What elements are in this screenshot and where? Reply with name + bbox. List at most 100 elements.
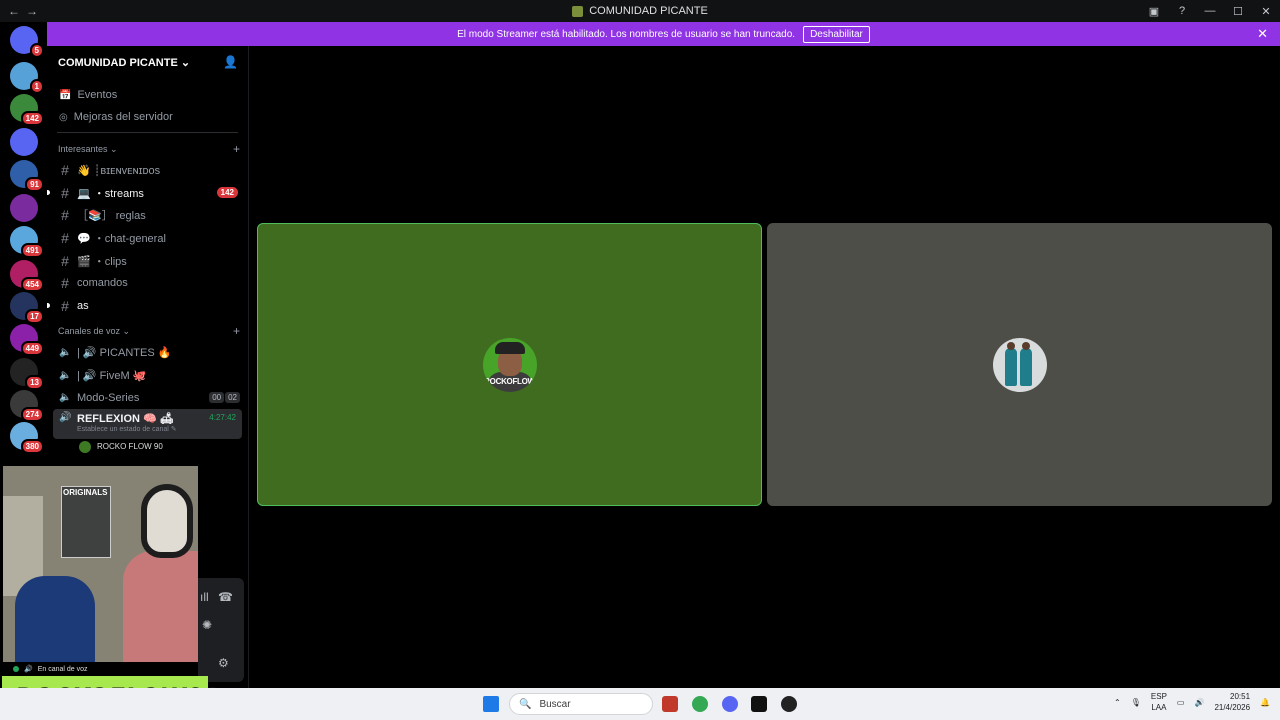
participant-tile-rockoflow[interactable]: ROCKOFLOW: [257, 223, 762, 506]
voice-channel-picantes[interactable]: 🔈 | 🔊 PICANTES 🔥: [47, 341, 248, 364]
avatar: [79, 440, 91, 453]
server-icon[interactable]: 454: [10, 260, 44, 292]
text-channel[interactable]: # as: [47, 295, 248, 318]
text-channel-label: ［📚］ reglas: [77, 210, 146, 223]
events-item[interactable]: 📅 Eventos: [47, 84, 248, 106]
text-channel[interactable]: # ［📚］ reglas: [47, 204, 248, 227]
voice-channel-label: Modo-Series: [77, 391, 140, 404]
text-channel[interactable]: # 💻 ・streams 142: [47, 182, 248, 205]
text-channel[interactable]: # 👋 ┊ʙɪᴇɴᴠᴇɴɪᴅᴏs: [47, 159, 248, 182]
notification-badge: 91: [25, 177, 44, 192]
text-channel-label: as: [77, 299, 89, 312]
windows-start-icon[interactable]: [483, 696, 499, 712]
back-arrow-icon[interactable]: ←: [8, 4, 20, 18]
server-icon[interactable]: 13: [10, 358, 44, 390]
display-icon[interactable]: ▭: [1177, 698, 1185, 707]
news-app-icon[interactable]: [662, 696, 678, 712]
server-icon[interactable]: 380: [10, 422, 44, 454]
category-label: Interesantes: [58, 143, 108, 154]
window-title: COMUNIDAD PICANTE: [0, 5, 1280, 17]
window-title-text: COMUNIDAD PICANTE: [589, 5, 708, 17]
close-button[interactable]: ✕: [1252, 5, 1280, 18]
voice-stage: ROCKOFLOW: [250, 46, 1280, 688]
server-icon[interactable]: 5: [10, 26, 44, 58]
inbox-icon[interactable]: ▣: [1140, 5, 1168, 18]
server-icon[interactable]: 142: [10, 94, 44, 126]
voice-channel-fivem[interactable]: 🔈 | 🔊 FiveM 🐙: [47, 364, 248, 387]
avatar-text: ROCKOFLOW: [484, 376, 535, 386]
window-nav: ← →: [8, 4, 38, 18]
category-interesantes[interactable]: Interesantes ⌄ +: [47, 139, 248, 159]
text-channel[interactable]: # 💬 ・chat-general: [47, 227, 248, 250]
server-icon[interactable]: 1: [10, 62, 44, 94]
voice-channel-label: REFLEXION 🧠 🛋: [77, 412, 174, 425]
text-channel[interactable]: # comandos: [47, 272, 248, 295]
server-icon[interactable]: 17: [10, 292, 44, 324]
taskbar-search[interactable]: 🔍 Buscar: [509, 693, 653, 715]
forward-arrow-icon[interactable]: →: [26, 4, 38, 18]
clock[interactable]: 20:51 21/4/2026: [1214, 691, 1250, 713]
user-limit-tag: 00 02: [209, 392, 240, 404]
mention-badge: 142: [216, 187, 238, 199]
server-header[interactable]: COMUNIDAD PICANTE ⌄ 👤: [47, 46, 248, 78]
category-voice[interactable]: Canales de voz ⌄ +: [47, 321, 248, 341]
text-channel-label: 🎬 ・clips: [77, 255, 127, 268]
text-channel[interactable]: # 🎬 ・clips: [47, 249, 248, 272]
server-boost-item[interactable]: ◎ Mejoras del servidor: [47, 106, 248, 128]
taskbar: 🔍 Buscar ⌃ 🎙 ESP LAA ▭ 🔊 20:51 21/4/2026 🔔: [0, 688, 1280, 720]
speaker-icon: 🔊: [59, 411, 72, 423]
chrome-icon[interactable]: [692, 696, 708, 712]
add-channel-icon[interactable]: +: [233, 142, 240, 156]
notification-icon[interactable]: 🔔: [1260, 698, 1270, 707]
hash-icon: #: [61, 297, 69, 314]
disconnect-icon[interactable]: ☎: [218, 590, 233, 604]
speaker-icon: 🔈: [59, 346, 72, 358]
server-icon[interactable]: [10, 128, 38, 156]
gear-icon[interactable]: ⚙: [218, 656, 229, 670]
search-icon: 🔍: [519, 698, 532, 710]
voice-user[interactable]: ROCKO FLOW 90: [47, 439, 248, 455]
notification-badge: 380: [20, 439, 44, 454]
voice-channel-label: | 🔊 PICANTES 🔥: [77, 346, 172, 359]
unread-indicator: [47, 190, 50, 196]
window-controls: ▣ ? — ☐ ✕: [1140, 0, 1280, 22]
maximize-button[interactable]: ☐: [1224, 5, 1252, 18]
notification-badge: 5: [29, 43, 44, 58]
language-indicator[interactable]: ESP LAA: [1151, 691, 1167, 713]
hash-icon: #: [61, 184, 69, 201]
soundboard-icon[interactable]: ✺: [202, 618, 212, 632]
add-channel-icon[interactable]: +: [233, 324, 240, 338]
hash-icon: #: [61, 230, 69, 247]
volume-icon[interactable]: 🔊: [1194, 698, 1204, 707]
voice-channel-modo-series[interactable]: 🔈 Modo-Series 00 02: [47, 386, 248, 409]
server-icon[interactable]: 91: [10, 160, 44, 192]
capcut-icon[interactable]: [751, 696, 767, 712]
server-boost-label: Mejoras del servidor: [73, 111, 173, 123]
server-name: COMUNIDAD PICANTE: [58, 56, 178, 69]
notification-badge: 449: [20, 341, 44, 356]
server-icon[interactable]: [10, 194, 38, 222]
poster-text: ORIGINALS: [63, 488, 108, 497]
unread-indicator: [47, 303, 50, 309]
server-icon[interactable]: 449: [10, 324, 44, 356]
minimize-button[interactable]: —: [1196, 5, 1224, 17]
notification-badge: 17: [25, 309, 44, 324]
server-icon[interactable]: 274: [10, 390, 44, 422]
voice-channel-reflexion[interactable]: 🔊 REFLEXION 🧠 🛋 Establece un estado de c…: [53, 408, 242, 439]
voice-user-name: ROCKO FLOW 90: [97, 442, 163, 452]
microphone-icon[interactable]: 🎙: [1131, 698, 1141, 707]
status-dot: [13, 666, 19, 672]
voice-timer: 4:27:42: [209, 412, 236, 422]
disable-streamer-button[interactable]: Deshabilitar: [803, 25, 870, 43]
help-icon[interactable]: ?: [1168, 5, 1196, 17]
invite-icon[interactable]: 👤: [223, 55, 238, 69]
banner-close-icon[interactable]: ✕: [1257, 26, 1268, 42]
chevron-up-icon[interactable]: ⌃: [1114, 698, 1121, 707]
notification-badge: 142: [20, 111, 44, 126]
participant-tile-2[interactable]: [767, 223, 1272, 506]
discord-taskbar-icon[interactable]: [722, 696, 738, 712]
sound-bars-icon: ıll: [200, 590, 209, 604]
obs-icon[interactable]: [781, 696, 797, 712]
server-icon[interactable]: 491: [10, 226, 44, 258]
channel-status[interactable]: Establece un estado de canal ✎: [77, 425, 177, 433]
